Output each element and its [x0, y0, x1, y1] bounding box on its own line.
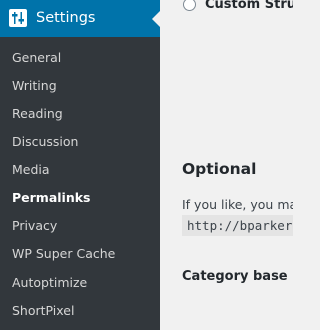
settings-sliders-icon	[9, 9, 27, 27]
sidebar-item-privacy[interactable]: Privacy	[12, 215, 158, 237]
sidebar-item-autoptimize[interactable]: Autoptimize	[12, 272, 158, 294]
category-base-label: Category base	[182, 269, 288, 284]
sidebar-item-wp-super-cache[interactable]: WP Super Cache	[12, 243, 158, 265]
sidebar-menu-settings-label: Settings	[36, 10, 96, 26]
sidebar-item-media[interactable]: Media	[12, 159, 158, 181]
permalink-url-example: http://bparker	[182, 215, 293, 236]
optional-section-description: If you like, you may	[182, 197, 293, 212]
sidebar-item-reading[interactable]: Reading	[12, 103, 158, 125]
custom-structure-label[interactable]: Custom Structure	[205, 0, 293, 13]
sidebar-item-shortpixel[interactable]: ShortPixel	[12, 300, 158, 322]
sidebar-item-discussion[interactable]: Discussion	[12, 131, 158, 153]
admin-sidebar: Settings General Writing Reading Discuss…	[0, 0, 160, 330]
sidebar-item-permalinks[interactable]: Permalinks	[12, 187, 158, 209]
sidebar-item-writing[interactable]: Writing	[12, 75, 158, 97]
sidebar-menu-settings[interactable]: Settings	[0, 0, 160, 37]
current-menu-arrow	[152, 11, 160, 27]
permalinks-settings-content: Custom Structure Optional If you like, y…	[160, 0, 293, 330]
sidebar-item-general[interactable]: General	[12, 47, 158, 69]
optional-section-heading: Optional	[182, 160, 257, 178]
custom-structure-radio[interactable]	[183, 0, 196, 11]
